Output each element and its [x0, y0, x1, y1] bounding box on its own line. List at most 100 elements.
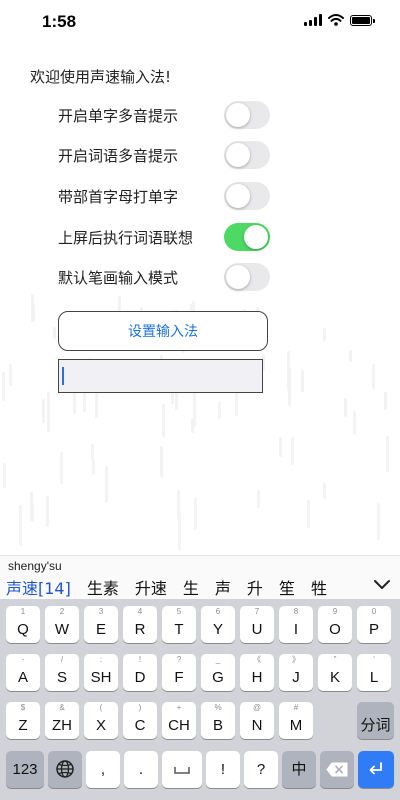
key-label: 123: [12, 761, 38, 778]
key-label: R: [134, 621, 146, 638]
key-p[interactable]: 0P: [357, 606, 391, 643]
background-stroke: [160, 446, 163, 477]
candidate-item[interactable]: 笙: [279, 575, 295, 599]
key-q[interactable]: 1Q: [6, 606, 40, 643]
candidate-item[interactable]: 升: [247, 575, 263, 599]
key-hint: &: [59, 703, 65, 712]
key-hint: !: [138, 655, 142, 664]
background-stroke: [2, 372, 5, 401]
key-hint: ?: [176, 655, 182, 664]
status-time: 1:58: [42, 12, 77, 31]
key-y[interactable]: 6Y: [201, 606, 235, 643]
setting-label: 开启词语多音提示: [58, 146, 179, 165]
key-hint: /: [60, 655, 64, 664]
key-label: O: [329, 621, 341, 638]
key-zh[interactable]: & ZH: [45, 702, 79, 739]
welcome-text: 欢迎使用声速输入法!: [30, 68, 172, 86]
radical-letter-toggle[interactable]: [224, 182, 270, 210]
word-association-toggle[interactable]: [224, 223, 270, 251]
background-stroke: [60, 452, 63, 484]
key-d[interactable]: ! D: [123, 654, 157, 691]
key-r[interactable]: 4R: [123, 606, 157, 643]
candidate-item[interactable]: 生素: [87, 575, 119, 599]
single-char-polyphone-toggle[interactable]: [224, 101, 270, 129]
key-o[interactable]: 9O: [318, 606, 352, 643]
setup-input-method-button[interactable]: 设置输入法: [58, 311, 268, 351]
key-e[interactable]: 3E: [84, 606, 118, 643]
key-j[interactable]: 》 J: [279, 654, 313, 691]
key-b[interactable]: % B: [201, 702, 235, 739]
cellular-signal-icon: [304, 14, 322, 26]
status-bar: 1:58: [0, 0, 400, 44]
key-label: Y: [212, 621, 223, 638]
status-icons: [304, 14, 375, 26]
key-f[interactable]: ? F: [162, 654, 196, 691]
key-x[interactable]: (X: [84, 702, 118, 739]
key-ch[interactable]: + CH: [162, 702, 196, 739]
key-i[interactable]: 8I: [279, 606, 313, 643]
key-exclaim[interactable]: !: [206, 751, 240, 788]
key-l[interactable]: ' L: [357, 654, 391, 691]
key-label: W: [54, 621, 70, 638]
candidate-item[interactable]: 升速: [135, 575, 167, 599]
candidate-list: 声速[14] 生素 升速 生 声 升 笙 牲: [6, 575, 343, 599]
background-stroke: [279, 437, 282, 457]
key-h[interactable]: 《 H: [240, 654, 274, 691]
key-label: G: [212, 669, 224, 686]
candidate-item[interactable]: 声: [215, 575, 231, 599]
key-label: U: [251, 621, 263, 638]
key-hint: 7: [254, 607, 260, 616]
candidate-bar: shengy'su 声速[14] 生素 升速 生 声 升 笙 牲: [0, 555, 400, 600]
background-stroke: [349, 350, 352, 362]
background-stroke: [162, 404, 165, 437]
key-question[interactable]: ?: [244, 751, 278, 788]
key-label: M: [289, 717, 303, 734]
key-period[interactable]: .: [124, 751, 158, 788]
setting-row-radical-letter: 带部首字母打单字: [58, 180, 270, 212]
key-label: ZH: [52, 717, 72, 734]
candidate-item[interactable]: 声速[14]: [6, 575, 71, 599]
key-label: P: [368, 621, 379, 638]
candidate-item[interactable]: 生: [183, 575, 199, 599]
globe-icon[interactable]: [48, 751, 82, 788]
key-sh[interactable]: : SH: [84, 654, 118, 691]
key-label: 分词: [360, 717, 391, 734]
background-stroke: [386, 436, 389, 472]
key-label: D: [134, 669, 146, 686]
key-hint: 《: [253, 655, 261, 664]
return-icon[interactable]: [358, 751, 394, 788]
key-k[interactable]: " K: [318, 654, 352, 691]
word-polyphone-toggle[interactable]: [224, 141, 270, 169]
background-stroke: [105, 466, 108, 503]
background-stroke: [257, 490, 260, 508]
key-w[interactable]: 2W: [45, 606, 79, 643]
key-t[interactable]: 5T: [162, 606, 196, 643]
setting-label: 上屏后执行词语联想: [58, 228, 194, 247]
text-input-field[interactable]: [58, 359, 263, 393]
key-a[interactable]: -A: [6, 654, 40, 691]
key-c[interactable]: ) C: [123, 702, 157, 739]
stroke-mode-toggle[interactable]: [224, 263, 270, 291]
candidate-item[interactable]: 牲: [311, 575, 327, 599]
key-numbers[interactable]: 123: [6, 751, 44, 788]
key-m[interactable]: # M: [279, 702, 313, 739]
key-hint: @: [252, 703, 262, 712]
key-label: I: [293, 621, 299, 638]
key-chinese-toggle[interactable]: 中: [282, 751, 316, 788]
key-comma[interactable]: ,: [86, 751, 120, 788]
key-segment[interactable]: 分词: [357, 702, 394, 739]
key-z[interactable]: $ Z: [6, 702, 40, 739]
key-space[interactable]: [162, 751, 202, 788]
key-n[interactable]: @ N: [240, 702, 274, 739]
background-stroke: [92, 460, 95, 475]
key-g[interactable]: _ G: [201, 654, 235, 691]
key-s[interactable]: / S: [45, 654, 79, 691]
backspace-icon[interactable]: [320, 751, 354, 788]
chevron-down-icon[interactable]: [372, 574, 392, 594]
toggle-knob: [226, 143, 250, 167]
background-stroke: [377, 503, 380, 540]
key-label: ,: [100, 761, 106, 778]
background-stroke: [46, 496, 49, 527]
background-stroke: [9, 364, 12, 386]
key-u[interactable]: 7U: [240, 606, 274, 643]
